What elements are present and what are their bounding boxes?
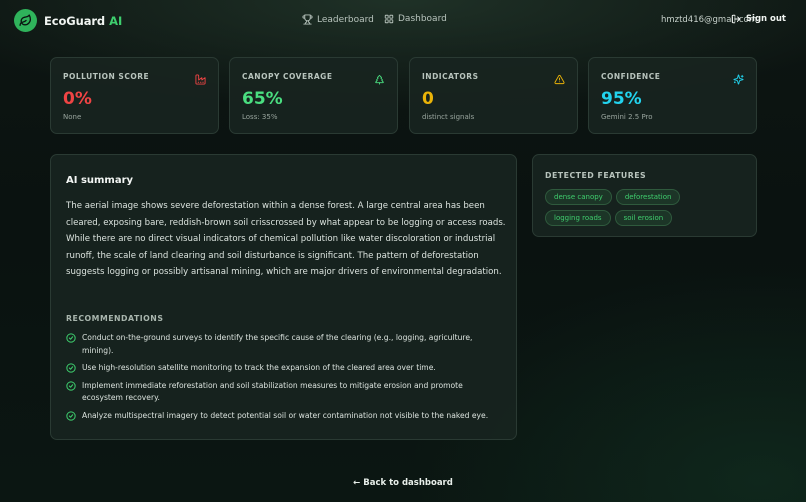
top-navigation: EcoGuard AI Leaderboard Dashboard hmztd4… xyxy=(0,0,806,42)
nav-dashboard-label: Dashboard xyxy=(398,14,447,24)
check-circle-icon xyxy=(66,333,76,343)
detected-features-card: DETECTED FEATURES dense canopy deforesta… xyxy=(532,154,757,237)
list-item: Conduct on-the-ground surveys to identif… xyxy=(66,332,506,357)
list-item: Analyze multispectral imagery to detect … xyxy=(66,410,506,423)
trees-icon xyxy=(374,70,385,89)
recommendation-text: Implement immediate reforestation and so… xyxy=(82,380,463,403)
brand-name: EcoGuard xyxy=(44,13,106,28)
brand-logo-link[interactable]: EcoGuard AI xyxy=(14,9,122,32)
sign-out-button[interactable]: Sign out xyxy=(731,14,786,24)
stat-card-indicators: INDICATORS 0 distinct signals xyxy=(409,57,578,134)
check-circle-icon xyxy=(66,381,76,391)
recommendation-text: Analyze multispectral imagery to detect … xyxy=(82,410,489,420)
nav-leaderboard-label: Leaderboard xyxy=(317,14,374,25)
leaf-icon xyxy=(14,9,37,32)
features-title: DETECTED FEATURES xyxy=(545,171,647,180)
logout-icon xyxy=(731,14,741,24)
list-item: Use high-resolution satellite monitoring… xyxy=(66,362,506,375)
factory-icon xyxy=(195,70,206,89)
stat-label: INDICATORS xyxy=(422,72,479,81)
trophy-icon xyxy=(302,14,313,25)
stat-subtext: Loss: 35% xyxy=(242,113,278,121)
summary-title: AI summary xyxy=(66,175,134,186)
nav-dashboard[interactable]: Dashboard xyxy=(384,14,447,24)
recommendation-text: Use high-resolution satellite monitoring… xyxy=(82,363,436,373)
stat-subtext: distinct signals xyxy=(422,113,475,121)
stat-card-canopy-coverage: CANOPY COVERAGE 65% Loss: 35% xyxy=(229,57,398,134)
stat-card-pollution-score: POLLUTION SCORE 0% None xyxy=(50,57,219,134)
stat-value: 0% xyxy=(63,89,92,109)
recommendations-list: Conduct on-the-ground surveys to identif… xyxy=(66,332,506,428)
check-circle-icon xyxy=(66,411,76,421)
summary-text: The aerial image shows severe deforestat… xyxy=(66,201,506,278)
brand-suffix: AI xyxy=(109,13,123,28)
stat-card-confidence: CONFIDENCE 95% Gemini 2.5 Pro xyxy=(588,57,757,134)
sign-out-label: Sign out xyxy=(745,14,786,24)
warning-icon xyxy=(554,70,565,89)
feature-chip: dense canopy xyxy=(545,189,612,205)
recommendation-text: Conduct on-the-ground surveys to identif… xyxy=(82,333,473,355)
feature-chip: logging roads xyxy=(545,210,611,226)
stat-value: 95% xyxy=(601,89,642,109)
back-to-dashboard-link[interactable]: ← Back to dashboard xyxy=(0,478,806,488)
feature-chips: dense canopy deforestation logging roads… xyxy=(545,189,750,231)
stat-value: 65% xyxy=(242,89,283,109)
stat-label: CONFIDENCE xyxy=(601,72,661,81)
stat-value: 0 xyxy=(422,89,434,109)
stat-label: CANOPY COVERAGE xyxy=(242,72,333,81)
sparkles-icon xyxy=(733,70,744,89)
grid-icon xyxy=(384,14,394,24)
feature-chip: deforestation xyxy=(615,189,681,205)
stat-subtext: Gemini 2.5 Pro xyxy=(601,113,653,121)
recommendations-title: RECOMMENDATIONS xyxy=(66,314,164,323)
stat-subtext: None xyxy=(63,113,82,121)
stat-label: POLLUTION SCORE xyxy=(63,72,150,81)
nav-leaderboard[interactable]: Leaderboard xyxy=(302,14,374,25)
feature-chip: soil erosion xyxy=(614,210,673,226)
ai-summary-card: AI summary The aerial image shows severe… xyxy=(50,154,517,440)
check-circle-icon xyxy=(66,363,76,373)
list-item: Implement immediate reforestation and so… xyxy=(66,380,506,405)
